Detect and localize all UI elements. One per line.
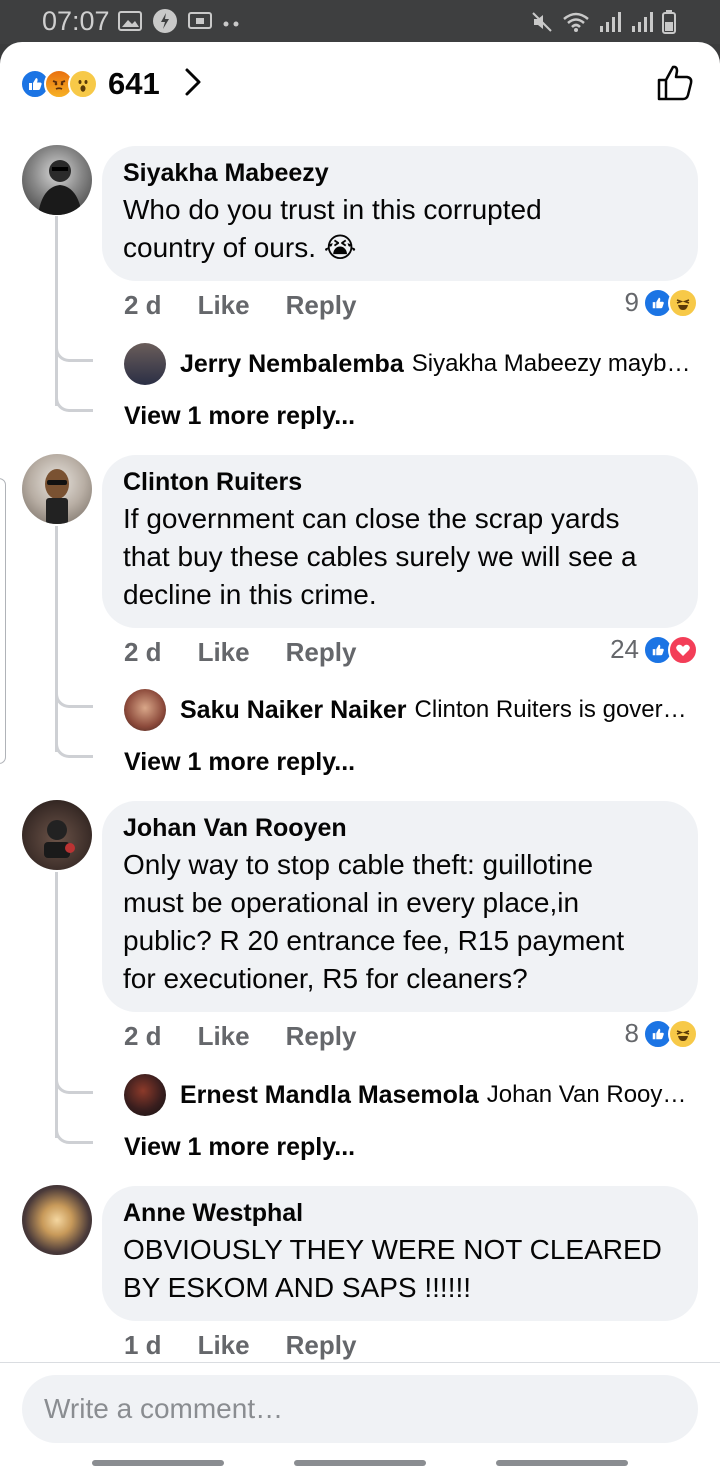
more-dots-icon bbox=[222, 15, 242, 33]
comment-reactions[interactable]: 24 bbox=[610, 634, 698, 665]
status-bar: 07:07 bbox=[0, 0, 720, 44]
reply-text: Siyakha Mabeezy mayb… bbox=[411, 350, 691, 377]
battery-icon bbox=[662, 10, 676, 39]
comment-bubble[interactable]: Clinton Ruiters If government can close … bbox=[102, 455, 698, 628]
haha-icon bbox=[668, 1018, 698, 1049]
reply-avatar bbox=[124, 1074, 166, 1116]
status-time: 07:07 bbox=[42, 6, 110, 36]
comment-input[interactable] bbox=[22, 1375, 698, 1443]
like-button[interactable]: Like bbox=[198, 1021, 250, 1052]
thread-line bbox=[55, 216, 58, 406]
like-button[interactable]: Like bbox=[198, 290, 250, 321]
view-more-replies[interactable]: View 1 more reply... bbox=[124, 1133, 355, 1162]
thread-branch bbox=[55, 1074, 93, 1094]
comment-text: OBVIOUSLY THEY WERE NOT CLEARED BY ESKOM… bbox=[123, 1234, 662, 1303]
comment-actions: 2 d Like Reply bbox=[124, 632, 356, 672]
thread-line bbox=[55, 872, 58, 1138]
system-icons bbox=[530, 10, 676, 39]
view-more-replies[interactable]: View 1 more reply... bbox=[124, 748, 355, 777]
thread-line bbox=[55, 526, 58, 752]
chevron-right-icon[interactable] bbox=[184, 67, 202, 102]
avatar[interactable] bbox=[22, 454, 92, 524]
mute-icon bbox=[530, 10, 554, 39]
reaction-count: 9 bbox=[624, 287, 639, 317]
reactions-summary[interactable]: 641 bbox=[20, 62, 202, 106]
reply-avatar bbox=[124, 343, 166, 385]
comment-bubble[interactable]: Johan Van Rooyen Only way to stop cable … bbox=[102, 801, 698, 1012]
signal-icon-2 bbox=[630, 11, 654, 38]
comment-text: Who do you trust in this corrupted count… bbox=[123, 194, 542, 263]
reply-author[interactable]: Saku Naiker Naiker bbox=[180, 696, 407, 725]
comment-time: 1 d bbox=[124, 1329, 162, 1360]
comment-author[interactable]: Siyakha Mabeezy bbox=[123, 158, 678, 188]
comment-text: Only way to stop cable theft: guillotine… bbox=[123, 849, 625, 994]
comment-author[interactable]: Clinton Ruiters bbox=[123, 467, 678, 497]
reply-preview[interactable]: Ernest Mandla Masemola Johan Van Rooy… bbox=[124, 1073, 700, 1117]
haha-icon bbox=[668, 287, 698, 318]
comment-author[interactable]: Anne Westphal bbox=[123, 1198, 678, 1228]
comment-author[interactable]: Johan Van Rooyen bbox=[123, 813, 678, 843]
gallery-icon bbox=[118, 11, 142, 36]
view-more-replies[interactable]: View 1 more reply... bbox=[124, 402, 355, 431]
comment-text: If government can close the scrap yards … bbox=[123, 503, 637, 610]
reply-author[interactable]: Ernest Mandla Masemola bbox=[180, 1081, 479, 1110]
like-outline-icon[interactable] bbox=[656, 64, 694, 107]
comment-bubble[interactable]: Anne Westphal OBVIOUSLY THEY WERE NOT CL… bbox=[102, 1186, 698, 1321]
reply-text: Clinton Ruiters is gover… bbox=[414, 696, 687, 723]
reaction-total: 641 bbox=[108, 66, 160, 101]
comment-time: 2 d bbox=[124, 289, 162, 320]
messenger-icon bbox=[152, 8, 178, 39]
reply-avatar bbox=[124, 689, 166, 731]
reaction-count: 8 bbox=[624, 1018, 639, 1048]
reply-button[interactable]: Reply bbox=[286, 1330, 357, 1361]
thread-branch bbox=[55, 342, 93, 362]
comments-sheet: 641 Siyakha Mabeezy Who do you trust in … bbox=[0, 42, 720, 1480]
avatar[interactable] bbox=[22, 1185, 92, 1255]
comment-time: 2 d bbox=[124, 636, 162, 667]
comment-time: 2 d bbox=[124, 1020, 162, 1051]
reply-button[interactable]: Reply bbox=[286, 290, 357, 321]
wifi-icon bbox=[562, 11, 590, 38]
reply-button[interactable]: Reply bbox=[286, 637, 357, 668]
avatar[interactable] bbox=[22, 145, 92, 215]
nav-handle[interactable] bbox=[496, 1460, 628, 1466]
wow-icon bbox=[68, 69, 98, 99]
reply-preview[interactable]: Jerry Nembalemba Siyakha Mabeezy mayb… bbox=[124, 342, 700, 386]
reaction-count: 24 bbox=[610, 634, 639, 664]
avatar[interactable] bbox=[22, 800, 92, 870]
comment-actions: 2 d Like Reply bbox=[124, 1016, 356, 1056]
nav-handle[interactable] bbox=[294, 1460, 426, 1466]
comment-composer-area bbox=[0, 1362, 720, 1480]
nav-handle[interactable] bbox=[92, 1460, 224, 1466]
thread-branch bbox=[55, 392, 93, 412]
comment-bubble[interactable]: Siyakha Mabeezy Who do you trust in this… bbox=[102, 146, 698, 281]
comment-reactions[interactable]: 9 bbox=[625, 287, 698, 318]
cast-icon bbox=[188, 11, 212, 36]
reply-button[interactable]: Reply bbox=[286, 1021, 357, 1052]
thread-branch bbox=[55, 738, 93, 758]
edge-indicator bbox=[0, 478, 6, 764]
system-nav-bar bbox=[0, 1450, 720, 1480]
notification-icons bbox=[118, 8, 242, 39]
like-button[interactable]: Like bbox=[198, 637, 250, 668]
reply-author[interactable]: Jerry Nembalemba bbox=[180, 350, 404, 379]
comment-reactions[interactable]: 8 bbox=[625, 1018, 698, 1049]
reply-text: Johan Van Rooy… bbox=[486, 1081, 687, 1108]
like-button[interactable]: Like bbox=[198, 1330, 250, 1361]
comment-actions: 1 d Like Reply bbox=[124, 1325, 356, 1365]
love-icon bbox=[668, 634, 698, 665]
signal-icon bbox=[598, 11, 622, 38]
reply-preview[interactable]: Saku Naiker Naiker Clinton Ruiters is go… bbox=[124, 688, 700, 732]
comment-actions: 2 d Like Reply bbox=[124, 285, 356, 325]
thread-branch bbox=[55, 688, 93, 708]
thread-branch bbox=[55, 1124, 93, 1144]
